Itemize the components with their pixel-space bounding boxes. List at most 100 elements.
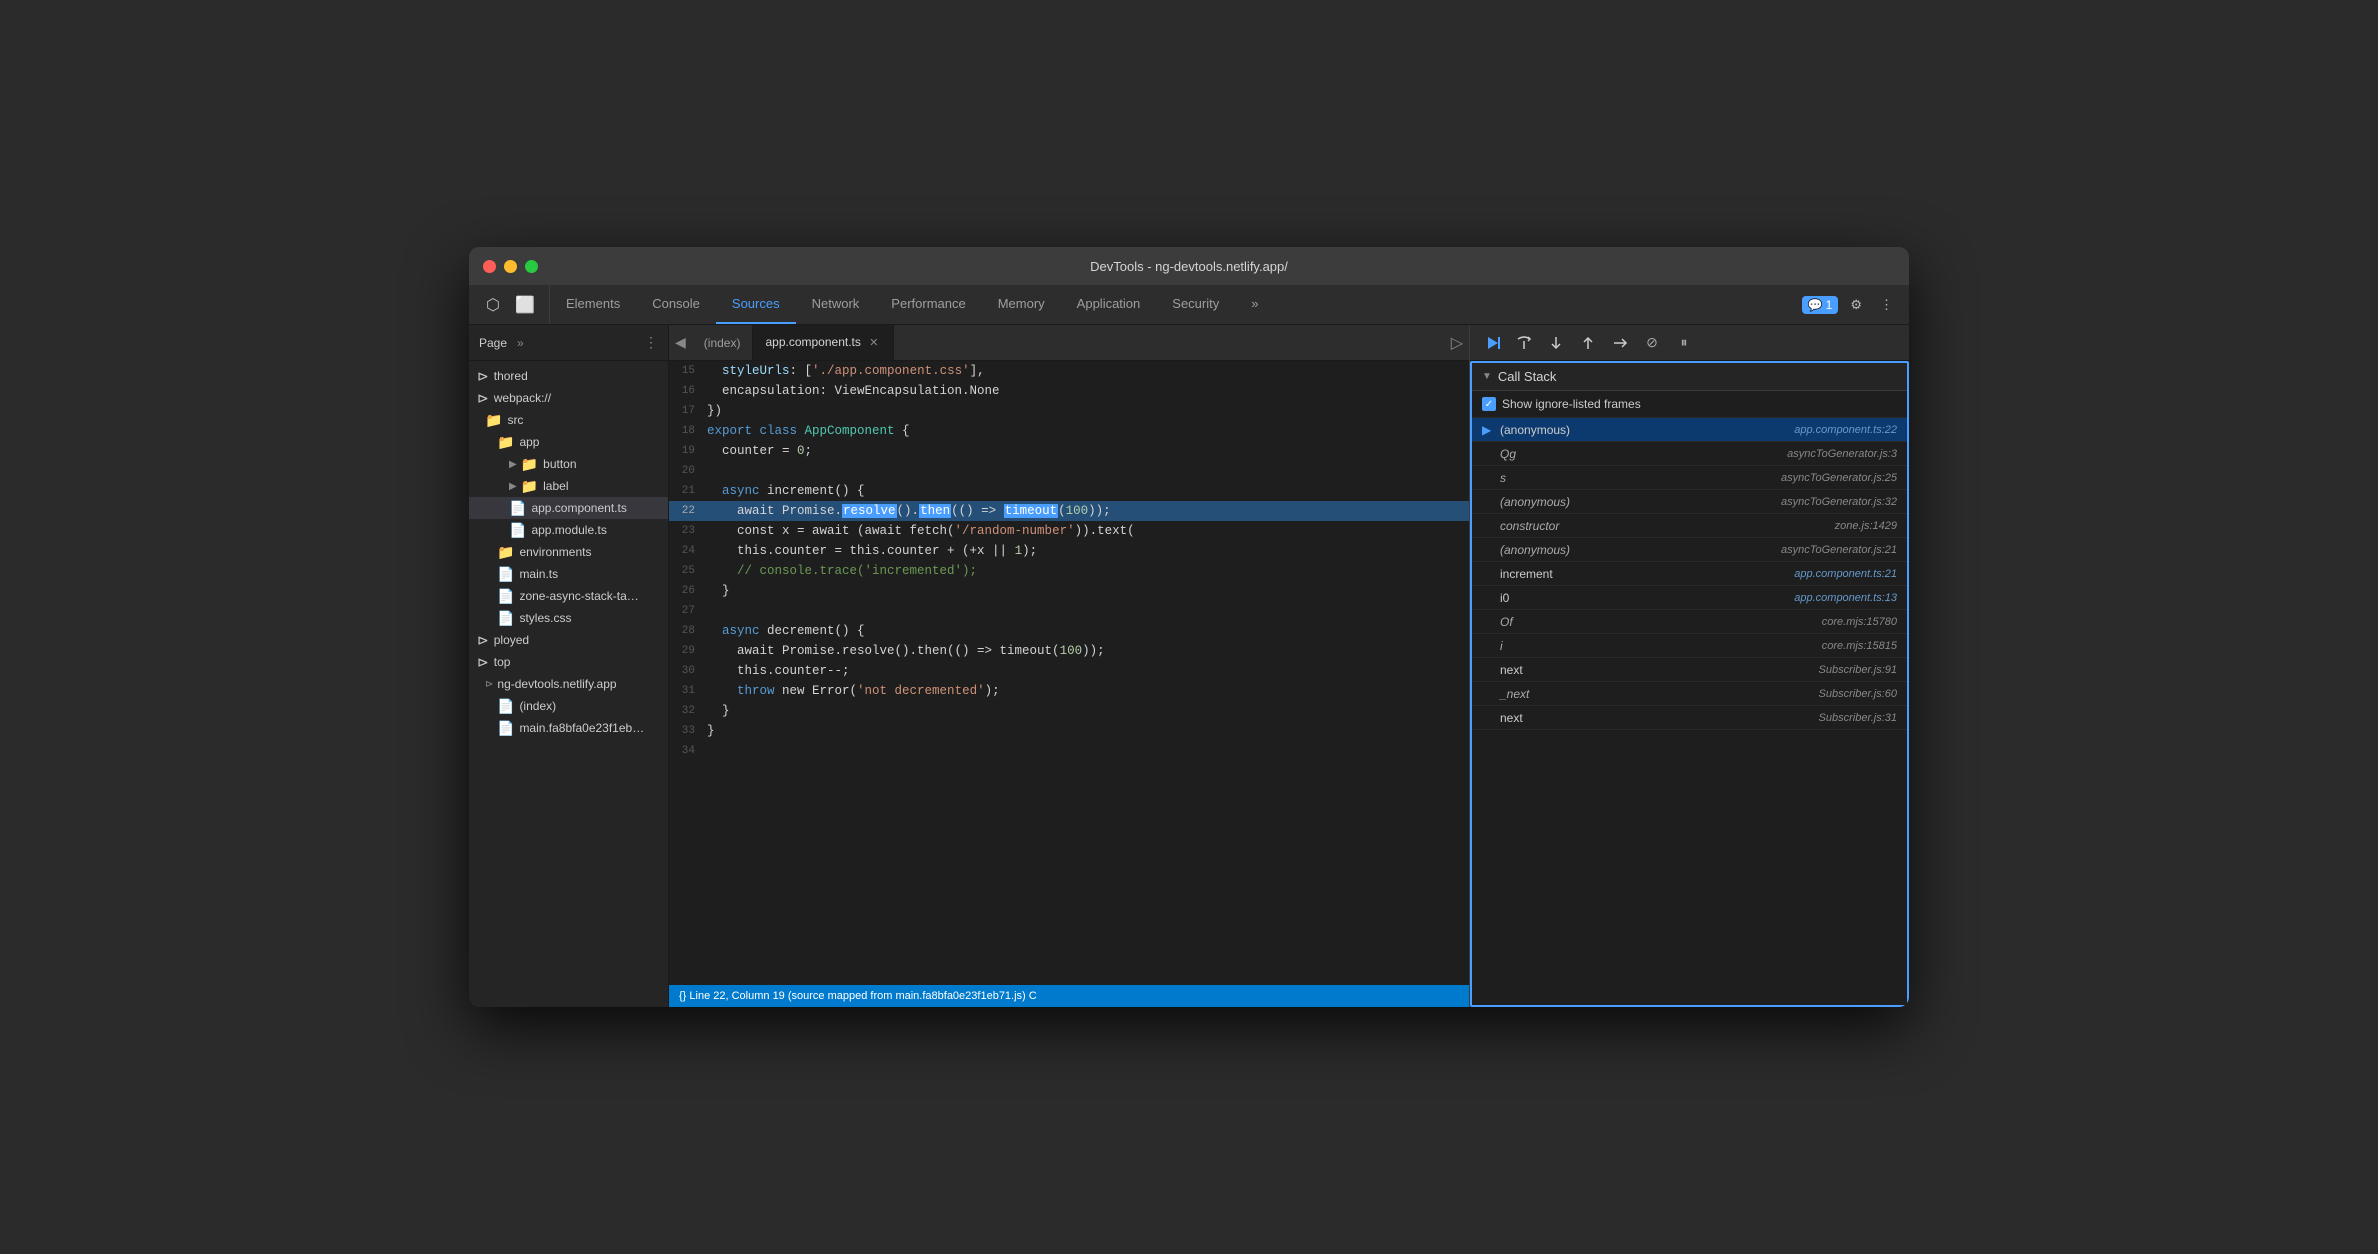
tab-sources[interactable]: Sources [716, 285, 796, 324]
stack-item-11[interactable]: _next Subscriber.js:60 [1472, 682, 1907, 706]
tree-item-label[interactable]: ▶📁label [469, 475, 668, 497]
file-tree-more[interactable]: » [517, 336, 524, 350]
stack-item-6[interactable]: increment app.component.ts:21 [1472, 562, 1907, 586]
call-stack-list: ▶ (anonymous) app.component.ts:22 Qg asy… [1472, 418, 1907, 1005]
window-title: DevTools - ng-devtools.netlify.app/ [1090, 259, 1288, 274]
stack-frame-name: i0 [1500, 591, 1794, 605]
pause-exceptions-button[interactable]: ⏸ [1672, 331, 1696, 355]
stack-frame-location: Subscriber.js:31 [1819, 712, 1897, 724]
call-stack-panel: ▼ Call Stack ✓ Show ignore-listed frames… [1470, 361, 1909, 1007]
code-line-27: 27 [669, 601, 1469, 621]
tree-item-app-module-ts[interactable]: 📄app.module.ts [469, 519, 668, 541]
toolbar: ⬡ ⬜ Elements Console Sources Network Per… [469, 285, 1909, 325]
stack-item-12[interactable]: next Subscriber.js:31 [1472, 706, 1907, 730]
status-bar: {} Line 22, Column 19 (source mapped fro… [669, 985, 1469, 1007]
step-button[interactable] [1608, 331, 1632, 355]
stack-item-2[interactable]: s asyncToGenerator.js:25 [1472, 466, 1907, 490]
tree-item-authored[interactable]: ⊳thored [469, 365, 668, 387]
stack-item-9[interactable]: i core.mjs:15815 [1472, 634, 1907, 658]
tree-item-app[interactable]: 📁app [469, 431, 668, 453]
notification-icon: 💬 [1808, 298, 1823, 312]
stack-frame-name: (anonymous) [1500, 543, 1781, 557]
code-line-23: 23 const x = await (await fetch('/random… [669, 521, 1469, 541]
toolbar-right: 💬 1 ⚙ ⋮ [1792, 285, 1909, 324]
step-out-button[interactable] [1576, 331, 1600, 355]
debugger-toolbar: ⊘ ⏸ [1470, 325, 1909, 361]
stack-frame-name: Of [1500, 615, 1822, 629]
maximize-button[interactable] [525, 260, 538, 273]
show-ignore-row[interactable]: ✓ Show ignore-listed frames [1472, 391, 1907, 418]
step-into-button[interactable] [1544, 331, 1568, 355]
editor-tabs: ◀ (index) app.component.ts ✕ ▷ [669, 325, 1469, 361]
minimize-button[interactable] [504, 260, 517, 273]
devtools-window: DevTools - ng-devtools.netlify.app/ ⬡ ⬜ … [469, 247, 1909, 1007]
tab-bar: Elements Console Sources Network Perform… [550, 285, 1792, 324]
file-tree-options[interactable]: ⋮ [644, 334, 658, 351]
stack-frame-location: asyncToGenerator.js:21 [1781, 544, 1897, 556]
stack-frame-location: asyncToGenerator.js:25 [1781, 472, 1897, 484]
stack-frame-name: s [1500, 471, 1781, 485]
more-menu-button[interactable]: ⋮ [1874, 295, 1899, 315]
stack-frame-location: asyncToGenerator.js:32 [1781, 496, 1897, 508]
stack-frame-name: next [1500, 711, 1819, 725]
stack-frame-name: _next [1500, 687, 1819, 701]
code-line-18: 18 export class AppComponent { [669, 421, 1469, 441]
tree-item-styles-css[interactable]: 📄styles.css [469, 607, 668, 629]
device-icon[interactable]: ⬜ [511, 291, 539, 319]
settings-button[interactable]: ⚙ [1844, 295, 1868, 315]
tree-item-main-ts[interactable]: 📄main.ts [469, 563, 668, 585]
stack-frame-name: constructor [1500, 519, 1835, 533]
stack-item-8[interactable]: Of core.mjs:15780 [1472, 610, 1907, 634]
stack-item-1[interactable]: Qg asyncToGenerator.js:3 [1472, 442, 1907, 466]
tab-application[interactable]: Application [1061, 285, 1157, 324]
stack-item-3[interactable]: (anonymous) asyncToGenerator.js:32 [1472, 490, 1907, 514]
step-over-button[interactable] [1512, 331, 1536, 355]
tab-console[interactable]: Console [636, 285, 716, 324]
tree-item-zone-async[interactable]: 📄zone-async-stack-ta… [469, 585, 668, 607]
notification-badge[interactable]: 💬 1 [1802, 296, 1839, 314]
code-line-26: 26 } [669, 581, 1469, 601]
tab-performance[interactable]: Performance [875, 285, 981, 324]
stack-frame-location: asyncToGenerator.js:3 [1787, 448, 1897, 460]
tree-item-webpack[interactable]: ⊳webpack:// [469, 387, 668, 409]
cursor-icon[interactable]: ⬡ [479, 291, 507, 319]
stack-item-4[interactable]: constructor zone.js:1429 [1472, 514, 1907, 538]
code-editor[interactable]: 15 styleUrls: ['./app.component.css'], 1… [669, 361, 1469, 985]
stack-item-5[interactable]: (anonymous) asyncToGenerator.js:21 [1472, 538, 1907, 562]
status-text: {} Line 22, Column 19 (source mapped fro… [679, 990, 1037, 1002]
stack-item-0[interactable]: ▶ (anonymous) app.component.ts:22 [1472, 418, 1907, 442]
tree-item-src[interactable]: 📁src [469, 409, 668, 431]
file-tree-content: ⊳thored ⊳webpack:// 📁src 📁app ▶📁button ▶… [469, 361, 668, 743]
tab-network[interactable]: Network [796, 285, 876, 324]
tree-item-button[interactable]: ▶📁button [469, 453, 668, 475]
editor-prev-tab[interactable]: ◀ [669, 325, 692, 360]
tree-item-top[interactable]: ⊳top [469, 651, 668, 673]
tree-item-ployed[interactable]: ⊳ployed [469, 629, 668, 651]
editor-tab-index[interactable]: (index) [692, 325, 754, 360]
resume-button[interactable] [1480, 331, 1504, 355]
tab-security[interactable]: Security [1156, 285, 1235, 324]
deactivate-button[interactable]: ⊘ [1640, 331, 1664, 355]
call-stack-header[interactable]: ▼ Call Stack [1472, 363, 1907, 391]
tree-item-index[interactable]: 📄(index) [469, 695, 668, 717]
stack-frame-location: core.mjs:15815 [1822, 640, 1897, 652]
tree-item-environments[interactable]: 📁environments [469, 541, 668, 563]
close-button[interactable] [483, 260, 496, 273]
show-ignore-checkbox[interactable]: ✓ [1482, 397, 1496, 411]
editor-format-btn[interactable]: ▷ [1445, 325, 1469, 360]
tree-item-netlify-domain[interactable]: ⊳ng-devtools.netlify.app [469, 673, 668, 695]
stack-item-7[interactable]: i0 app.component.ts:13 [1472, 586, 1907, 610]
editor-tab-app-component[interactable]: app.component.ts ✕ [753, 325, 893, 360]
stack-item-10[interactable]: next Subscriber.js:91 [1472, 658, 1907, 682]
tab-more[interactable]: » [1235, 285, 1274, 324]
file-tree: Page » ⋮ ⊳thored ⊳webpack:// 📁src 📁app ▶… [469, 325, 669, 1007]
close-tab-icon[interactable]: ✕ [867, 335, 881, 349]
tree-item-main-hash[interactable]: 📄main.fa8bfa0e23f1eb… [469, 717, 668, 739]
code-line-16: 16 encapsulation: ViewEncapsulation.None [669, 381, 1469, 401]
stack-frame-name: Qg [1500, 447, 1787, 461]
tab-memory[interactable]: Memory [982, 285, 1061, 324]
tab-elements[interactable]: Elements [550, 285, 636, 324]
stack-frame-name: i [1500, 639, 1822, 653]
stack-frame-name: (anonymous) [1500, 423, 1794, 437]
tree-item-app-component-ts[interactable]: 📄app.component.ts [469, 497, 668, 519]
